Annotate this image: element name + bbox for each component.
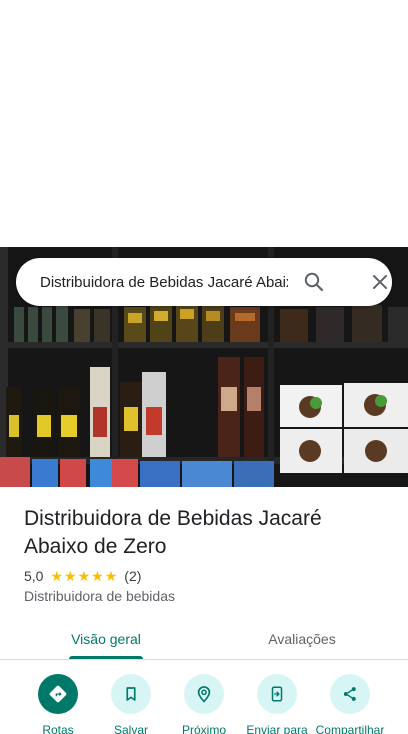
action-buttons: Rotas Salvar Próximo Enviar para Compart…: [0, 674, 408, 734]
share-button[interactable]: Compartilhar: [310, 674, 390, 734]
search-icon[interactable]: [302, 270, 326, 294]
directions-icon: [38, 674, 78, 714]
rating-row[interactable]: 5,0 ★ ★ ★ ★ ★ (2): [24, 567, 141, 585]
save-button[interactable]: Salvar: [91, 674, 171, 734]
star-icon: ★: [91, 568, 104, 584]
star-icon: ★: [104, 568, 118, 584]
star-icon: ★: [77, 568, 91, 584]
nearby-button[interactable]: Próximo: [164, 674, 244, 734]
send-to-phone-label: Enviar para: [246, 723, 308, 734]
nearby-label: Próximo: [181, 723, 226, 734]
share-label: Compartilhar: [315, 723, 385, 734]
tab-reviews[interactable]: Avaliações: [220, 618, 384, 659]
directions-label: Rotas: [42, 723, 74, 734]
bookmark-icon: [111, 674, 151, 714]
star-icon: ★: [64, 568, 77, 584]
rating-value: 5,0: [24, 568, 44, 584]
save-label: Salvar: [113, 723, 148, 734]
close-icon[interactable]: [368, 270, 392, 294]
send-to-phone-button[interactable]: Enviar para: [237, 674, 317, 734]
search-input[interactable]: Distribuidora de Bebidas Jacaré Abaixo d…: [40, 274, 288, 291]
nearby-icon: [184, 674, 224, 714]
search-bar[interactable]: Distribuidora de Bebidas Jacaré Abaixo d…: [16, 258, 392, 306]
rating-stars: ★ ★ ★ ★ ★: [50, 569, 118, 583]
review-count[interactable]: (2): [124, 568, 141, 584]
place-category[interactable]: Distribuidora de bebidas: [24, 588, 175, 604]
star-icon: ★: [50, 568, 64, 584]
send-to-phone-icon: [257, 674, 297, 714]
active-tab-indicator: [69, 656, 143, 659]
share-icon: [330, 674, 370, 714]
place-title: Distribuidora de Bebidas Jacaré Abaixo d…: [24, 507, 322, 558]
tab-bar: Visão geral Avaliações: [0, 618, 408, 660]
tab-overview[interactable]: Visão geral: [24, 618, 188, 659]
directions-button[interactable]: Rotas: [18, 674, 98, 734]
